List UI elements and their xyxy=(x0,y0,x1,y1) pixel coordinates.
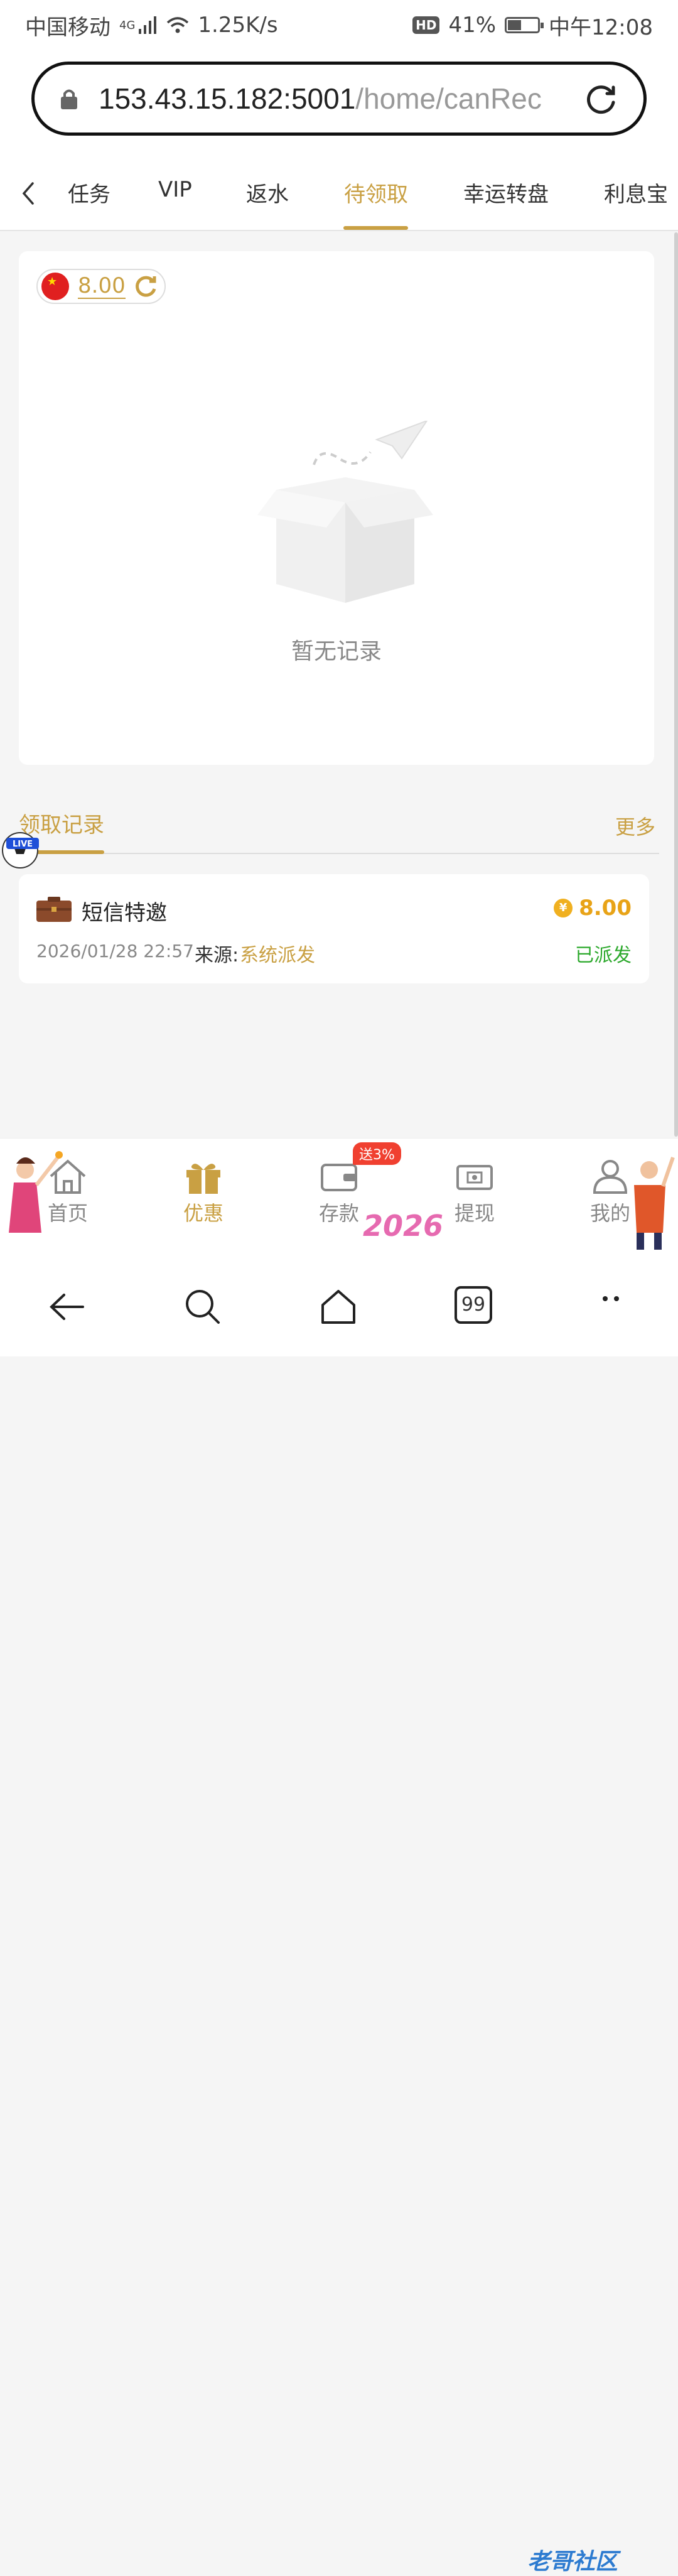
record-source-label: 来源: xyxy=(195,944,239,966)
balance-value: 8.00 xyxy=(78,273,126,299)
records-header: 领取记录 更多 xyxy=(0,798,678,854)
live-label: LIVE xyxy=(13,840,33,849)
signal-icon xyxy=(139,16,157,34)
tab-interest[interactable]: 利息宝 xyxy=(604,177,668,208)
system-navigation-bar: 99 老哥社区 xyxy=(0,1250,678,2575)
carrier-label: 中国移动 xyxy=(25,14,110,40)
briefcase-icon xyxy=(36,897,72,922)
refresh-icon[interactable] xyxy=(133,274,158,299)
battery-percent: 41% xyxy=(448,13,497,38)
status-bar: 中国移动 4G 1.25K/s HD 41% 中午12:08 xyxy=(0,0,678,50)
home-icon[interactable] xyxy=(318,1286,359,1328)
browser-toolbar: 153.43.15.182:5001/home/canRec xyxy=(0,50,678,151)
pending-card: ★ 8.00 暂无记录 xyxy=(19,251,654,765)
battery-icon xyxy=(505,17,544,33)
hd-badge: HD xyxy=(412,16,440,34)
nav-home[interactable]: 首页 xyxy=(24,1157,112,1226)
url-path: /home/canRec xyxy=(355,82,542,115)
tab-task[interactable]: 任务 xyxy=(68,177,110,208)
chevron-left-icon[interactable] xyxy=(19,181,38,206)
nav-withdraw-label: 提现 xyxy=(454,1201,495,1225)
record-amount: ¥8.00 xyxy=(554,896,632,921)
nav-promotions-label: 优惠 xyxy=(183,1201,223,1225)
nav-promotions[interactable]: 优惠 xyxy=(159,1157,247,1226)
lock-icon xyxy=(61,89,77,109)
tab-pending[interactable]: 待领取 xyxy=(344,177,408,208)
active-tab-indicator xyxy=(343,226,408,230)
url-text[interactable]: 153.43.15.182:5001/home/canRec xyxy=(99,82,563,116)
reload-icon[interactable] xyxy=(583,81,620,117)
home-icon xyxy=(50,1159,86,1194)
url-host: 153.43.15.182:5001 xyxy=(99,82,356,115)
record-status: 已派发 xyxy=(575,944,632,966)
bottom-nav: 首页 优惠 存款 送3% 2026 提现 我的 xyxy=(0,1138,678,1250)
china-flag-icon: ★ xyxy=(41,273,69,300)
ticket-icon xyxy=(456,1165,493,1190)
record-source: 系统派发 xyxy=(240,944,315,966)
record-time: 2026/01/28 22:57 xyxy=(36,941,194,961)
tab-lucky-wheel[interactable]: 幸运转盘 xyxy=(463,177,549,208)
nav-home-label: 首页 xyxy=(47,1201,88,1225)
decor-man-illustration xyxy=(634,1157,675,1250)
wifi-icon xyxy=(167,17,189,33)
record-item[interactable]: 短信特邀 ¥8.00 2026/01/28 22:57 来源: 系统派发 已派发 xyxy=(19,874,649,983)
tab-rebate[interactable]: 返水 xyxy=(246,177,289,208)
page-scrollbar[interactable] xyxy=(674,232,678,1137)
record-name: 短信特邀 xyxy=(82,901,167,926)
nav-withdraw[interactable]: 提现 xyxy=(431,1157,519,1226)
menu-dots-icon[interactable] xyxy=(590,1286,632,1328)
tab-vip[interactable]: VIP xyxy=(158,177,192,202)
empty-state-text: 暂无记录 xyxy=(291,639,382,664)
balance-chip[interactable]: ★ 8.00 xyxy=(36,269,166,304)
record-amount-value: 8.00 xyxy=(579,896,632,921)
records-divider xyxy=(19,853,659,854)
live-football-icon[interactable]: LIVE xyxy=(0,830,43,869)
category-tabs: 任务 VIP 返水 待领取 幸运转盘 利息宝 xyxy=(0,151,678,231)
network-type: 4G xyxy=(119,18,136,32)
yuan-coin-icon: ¥ xyxy=(554,899,573,917)
battery-fill xyxy=(508,20,521,30)
tabs-switcher-button[interactable]: 99 xyxy=(455,1286,492,1324)
empty-box-illustration xyxy=(257,421,433,603)
address-bar[interactable]: 153.43.15.182:5001/home/canRec xyxy=(31,62,647,136)
more-link[interactable]: 更多 xyxy=(615,811,655,840)
back-arrow-icon[interactable] xyxy=(46,1286,88,1328)
network-speed: 1.25K/s xyxy=(198,13,278,38)
gift-icon xyxy=(186,1164,220,1194)
clock: 中午12:08 xyxy=(549,14,653,40)
search-icon[interactable] xyxy=(182,1286,223,1328)
deposit-bonus-badge: 送3% xyxy=(353,1142,401,1165)
watermark-logo-text: 老哥社区 xyxy=(527,2549,618,2575)
